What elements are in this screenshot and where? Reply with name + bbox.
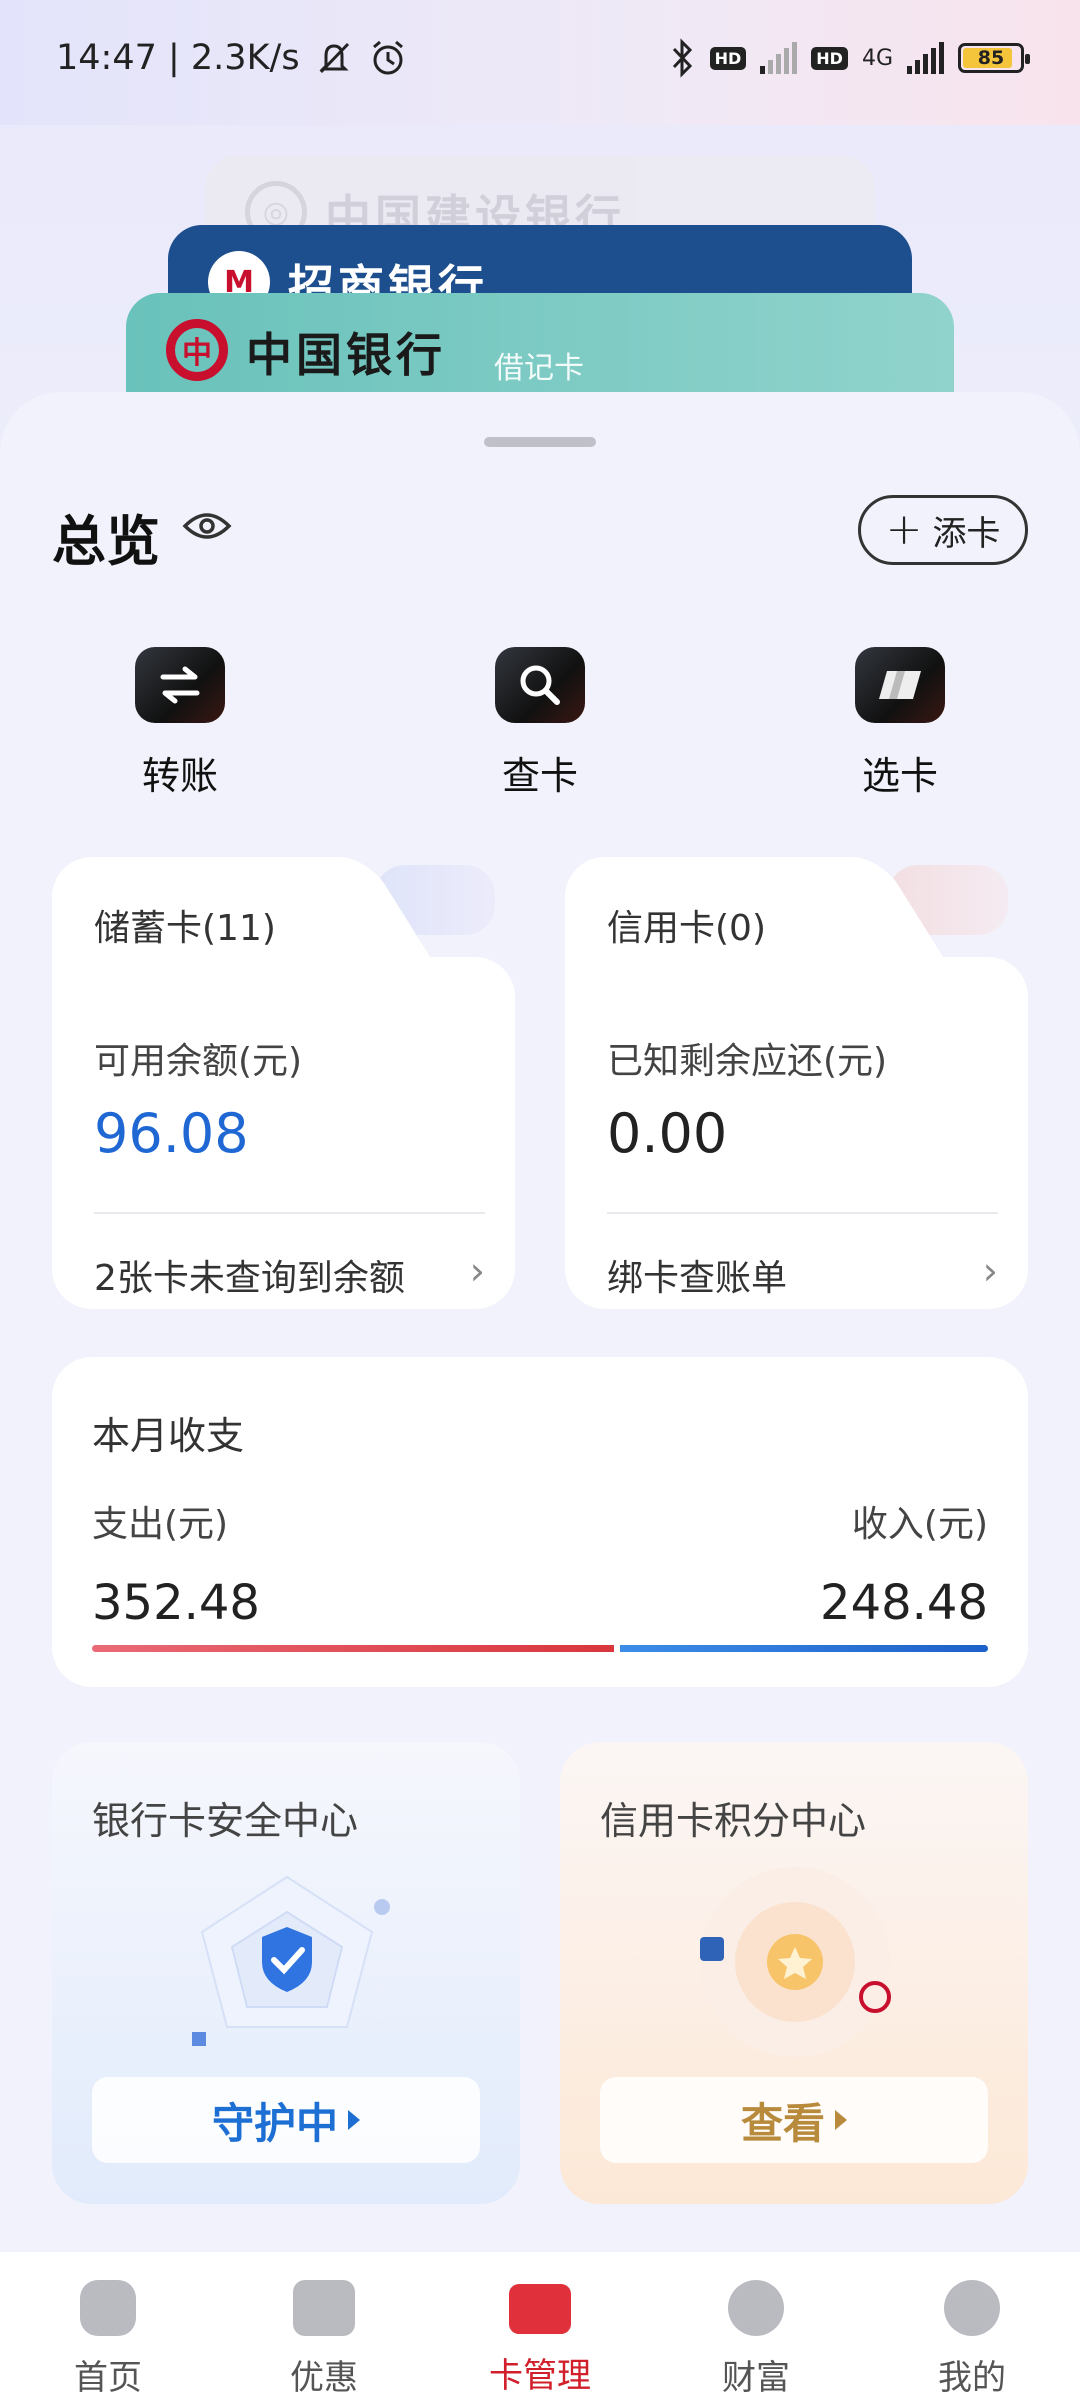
quick-action-select-card[interactable]: 选卡: [810, 647, 990, 800]
signal-icon-2: [907, 42, 944, 74]
search-icon: [495, 647, 585, 723]
signal-icon: [760, 42, 798, 74]
mute-icon: [318, 42, 349, 74]
card-management-sheet: 总览 + 添卡 转账 查卡 选卡 储蓄卡(11) 可用余额(元) 96.08 2…: [0, 392, 1080, 2252]
nav-label: 财富: [722, 2358, 790, 2398]
expense-bar: [92, 1645, 614, 1652]
boc-logo: 中: [166, 319, 228, 381]
nav-item-home[interactable]: 首页: [0, 2252, 216, 2400]
points-view-label: 查看: [740, 2098, 825, 2148]
points-icon: [700, 1867, 891, 2057]
chevron-right-icon[interactable]: ›: [470, 1249, 485, 1293]
bank-name: 中国银行: [246, 328, 446, 382]
bottom-nav: 首页 优惠 卡管理 财富 我的: [0, 2252, 1080, 2400]
status-left: 14:47 | 2.3K/s: [56, 38, 408, 78]
overview-title: 总览: [52, 510, 160, 573]
card-stack[interactable]: ◎ 中国建设银行 M 招商银行 中 中国银行 借记卡: [0, 150, 1080, 493]
security-status-label: 守护中: [211, 2098, 338, 2148]
alarm-icon: [372, 40, 403, 75]
debit-card-summary[interactable]: 储蓄卡(11) 可用余额(元) 96.08 2张卡未查询到余额 ›: [52, 857, 515, 1309]
add-card-button[interactable]: + 添卡: [858, 495, 1028, 565]
credit-due-value: 0.00: [607, 1102, 728, 1165]
nav-label: 我的: [938, 2358, 1006, 2398]
debit-balance-value: 96.08: [94, 1102, 249, 1165]
network-label: 4G: [861, 45, 893, 71]
security-center-card[interactable]: 银行卡安全中心 守护中: [52, 1742, 520, 2204]
debit-unqueried-link[interactable]: 2张卡未查询到余额: [94, 1249, 405, 1301]
triangle-right-icon: [348, 2110, 360, 2130]
security-status-button[interactable]: 守护中: [92, 2077, 480, 2163]
shield-icon: [192, 1875, 390, 2046]
card-manage-icon: [509, 2284, 571, 2334]
chevron-right-icon[interactable]: ›: [983, 1249, 998, 1293]
triangle-right-icon: [835, 2110, 847, 2130]
plus-icon: +: [885, 504, 923, 555]
income-label: 收入(元): [851, 1504, 988, 1545]
hd-badge-2: HD: [811, 46, 848, 70]
expense-value: 352.48: [92, 1575, 260, 1631]
credit-title: 信用卡(0): [607, 908, 766, 949]
points-center-card[interactable]: 信用卡积分中心 查看: [560, 1742, 1028, 2204]
wealth-icon: [728, 2280, 784, 2336]
drag-handle[interactable]: [484, 437, 596, 447]
nav-label: 优惠: [290, 2358, 358, 2398]
eye-icon[interactable]: [182, 510, 232, 542]
profile-icon: [944, 2280, 1000, 2336]
quick-action-label: 转账: [141, 754, 218, 798]
nav-label: 首页: [74, 2358, 142, 2398]
nav-item-wealth[interactable]: 财富: [648, 2252, 864, 2400]
credit-due-label: 已知剩余应还(元): [607, 1041, 888, 1082]
credit-card-summary[interactable]: 信用卡(0) 已知剩余应还(元) 0.00 绑卡查账单 ›: [565, 857, 1028, 1309]
discount-icon: [293, 2280, 355, 2336]
income-value: 248.48: [820, 1575, 988, 1631]
points-center-title: 信用卡积分中心: [600, 1799, 867, 1843]
nav-item-discount[interactable]: 优惠: [216, 2252, 432, 2400]
security-center-title: 银行卡安全中心: [92, 1799, 359, 1843]
card-select-icon: [855, 647, 945, 723]
expense-label: 支出(元): [92, 1504, 229, 1545]
divider: [94, 1212, 485, 1214]
income-bar: [620, 1645, 988, 1652]
points-view-button[interactable]: 查看: [600, 2077, 988, 2163]
status-bar: 14:47 | 2.3K/s HD HD 4G 85: [0, 0, 1080, 125]
status-time: 14:47 | 2.3K/s: [56, 38, 300, 78]
quick-action-label: 查卡: [501, 754, 578, 798]
battery-icon: 85: [958, 43, 1030, 73]
add-card-label: 添卡: [932, 513, 1001, 554]
bind-card-bill-link[interactable]: 绑卡查账单: [607, 1249, 787, 1301]
nav-item-card-manage[interactable]: 卡管理: [432, 2252, 648, 2400]
nav-item-profile[interactable]: 我的: [864, 2252, 1080, 2400]
debit-title: 储蓄卡(11): [94, 908, 276, 949]
battery-level: 85: [977, 47, 1005, 69]
card-type: 借记卡: [494, 351, 584, 386]
home-icon: [80, 2280, 136, 2336]
quick-action-label: 选卡: [861, 754, 938, 798]
quick-action-transfer[interactable]: 转账: [90, 647, 270, 800]
hd-badge: HD: [709, 46, 747, 70]
quick-action-search-card[interactable]: 查卡: [450, 647, 630, 800]
bluetooth-icon: [672, 38, 692, 78]
monthly-summary[interactable]: 本月收支 支出(元) 收入(元) 352.48 248.48: [52, 1357, 1028, 1687]
transfer-icon: [135, 647, 225, 723]
nav-label: 卡管理: [489, 2356, 591, 2396]
debit-balance-label: 可用余额(元): [94, 1041, 303, 1082]
status-right: HD HD 4G 85: [670, 38, 1030, 78]
monthly-title: 本月收支: [92, 1414, 245, 1458]
divider: [607, 1212, 998, 1214]
